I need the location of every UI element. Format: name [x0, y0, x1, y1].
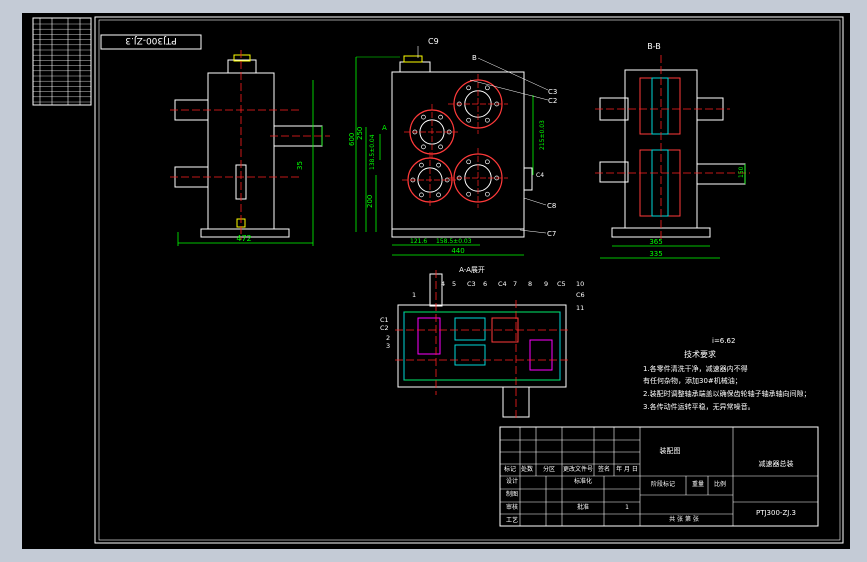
row-process: 工艺: [506, 516, 518, 524]
count-value: 1: [625, 504, 629, 511]
center-v-dim: 138.5±0.04: [369, 134, 376, 170]
height-dim: 600: [348, 133, 356, 146]
ratio-label: i=6.62: [712, 337, 735, 345]
section-callout: 9: [544, 280, 548, 288]
side-w2-dim: 335: [649, 250, 662, 258]
callout-c3: C3: [548, 88, 557, 96]
tech-note-4: 3.各传动件运转平稳，无异常噪音。: [643, 402, 755, 411]
callout-c8: C8: [547, 202, 556, 210]
section-callout: 6: [483, 280, 487, 288]
tech-note-3: 2.装配时调整轴承端盖以确保齿轮轴子轴承轴向间隙；: [643, 389, 811, 398]
tech-note-2: 有任何杂物，添加30#机械油；: [643, 376, 742, 385]
section-mark: A: [382, 124, 387, 132]
tech-title: 技术要求: [684, 349, 716, 359]
stage-label: 阶段标记: [651, 480, 675, 488]
product-name: 减速器总装: [759, 459, 794, 468]
rev-h0: 标记: [504, 465, 516, 473]
section-callout: C4: [498, 280, 507, 288]
front-width-dim: 472: [236, 234, 251, 243]
rev-h1: 处数: [521, 465, 533, 473]
row-draw: 制图: [506, 490, 518, 498]
front-side-dim: 35: [296, 161, 304, 170]
section-callout: 8: [528, 280, 532, 288]
bottom-width-dim: 440: [451, 247, 464, 255]
section-callout: 4: [441, 280, 445, 288]
center-r-dim: 215±0.03: [539, 120, 546, 150]
side-w1-dim: 365: [649, 238, 662, 246]
tech-note-1: 1.各零件清洗干净，减速器内不得: [643, 364, 748, 373]
rev-h5: 年 月 日: [616, 465, 638, 473]
callout-c4: C4: [536, 172, 544, 179]
section-callout: 2: [386, 334, 390, 342]
h1-dim: 250: [356, 127, 364, 140]
section-callout: 11: [576, 304, 584, 312]
section-callout: 5: [452, 280, 456, 288]
rev-h3: 更改文件号: [563, 465, 593, 473]
section-callout: 7: [513, 280, 517, 288]
bottom-b-dim: 158.5±0.03: [436, 238, 472, 245]
standardize-label: 标准化: [574, 477, 592, 485]
side-section-title: B-B: [647, 42, 661, 51]
side-h-dim: 150: [738, 166, 745, 178]
scale-label: 比例: [714, 480, 726, 488]
assembly-label: 装配图: [660, 446, 681, 455]
callout-b: B: [472, 54, 477, 62]
section-callout: C5: [557, 280, 566, 288]
section-callout: 10: [576, 280, 584, 288]
section-title: A-A展开: [459, 266, 485, 274]
row-design: 设计: [506, 477, 518, 485]
rev-h4: 签名: [598, 465, 610, 473]
rotated-drawing-number: PTJ300-ZJ.3: [125, 35, 176, 45]
section-callout: C1: [380, 316, 389, 324]
row-review: 审核: [506, 503, 518, 511]
drawing-canvas: PTJ300-ZJ.3 472 35 C9 600 250 200 138.5±…: [22, 13, 850, 549]
section-callout: C2: [380, 324, 389, 332]
section-callout: C3: [467, 280, 476, 288]
section-callout: C6: [576, 291, 585, 299]
section-callout: 1: [412, 291, 416, 299]
approve-label: 批准: [577, 503, 589, 511]
callout-c7: C7: [547, 230, 556, 238]
bottom-a-dim: 121.6: [410, 238, 427, 245]
section-callout: 3: [386, 342, 390, 350]
top-callout: C9: [428, 37, 439, 46]
weight-label: 重量: [692, 480, 704, 488]
sheet-label: 共 张 第 张: [669, 515, 699, 523]
cad-viewport: PTJ300-ZJ.3 472 35 C9 600 250 200 138.5±…: [0, 0, 867, 562]
title-drawing-number: PTJ300-ZJ.3: [756, 509, 796, 517]
h2-dim: 200: [366, 195, 374, 208]
callout-c2: C2: [548, 97, 557, 105]
rev-h2: 分区: [543, 465, 555, 473]
